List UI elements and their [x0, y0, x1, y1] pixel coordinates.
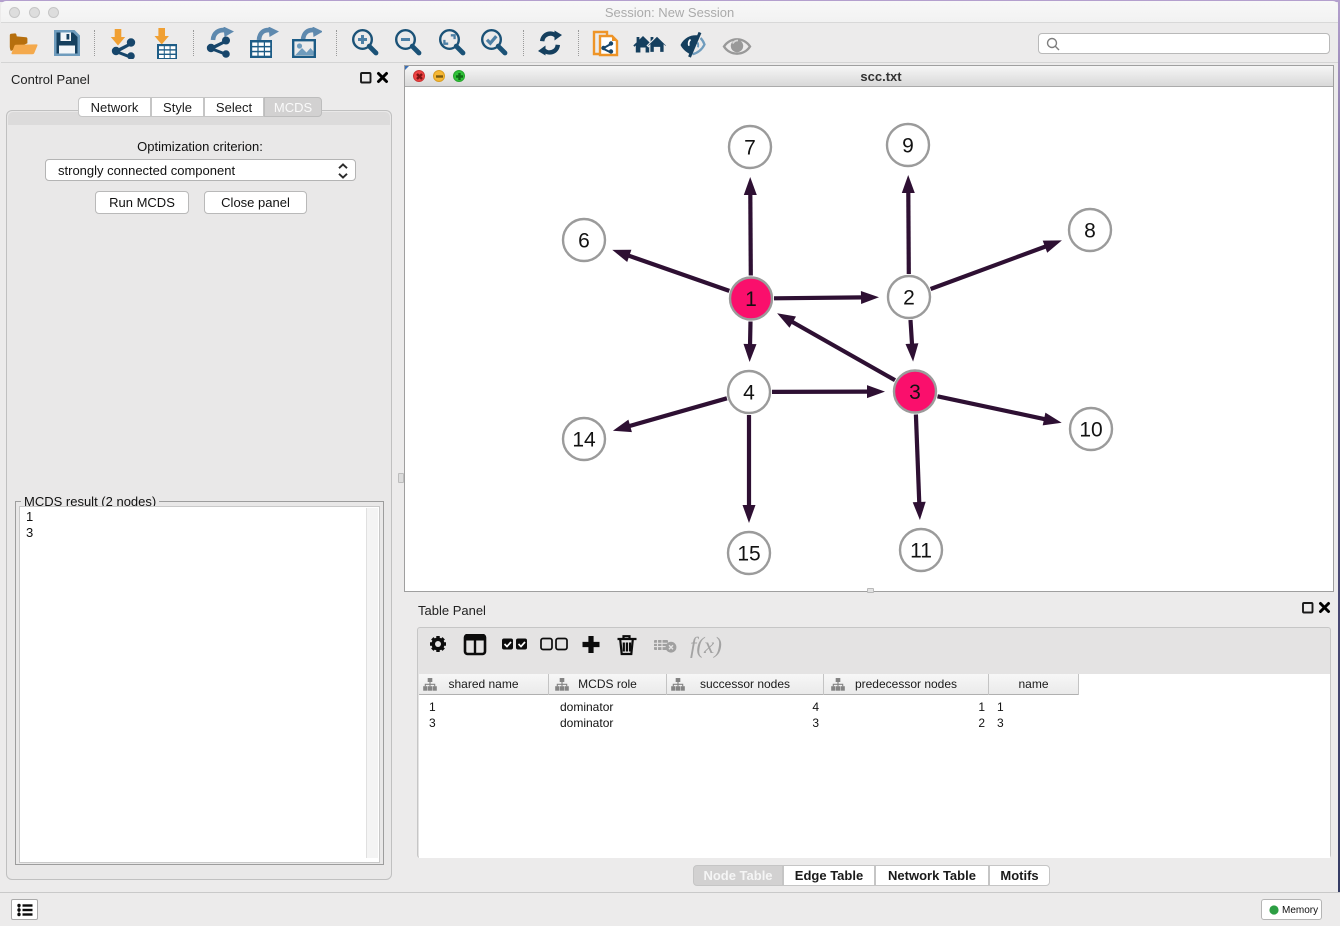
svg-text:11: 11	[910, 540, 932, 563]
svg-text:7: 7	[744, 137, 756, 160]
svg-text:8: 8	[1084, 220, 1096, 243]
svg-text:1: 1	[745, 288, 757, 311]
svg-text:6: 6	[578, 230, 590, 253]
svg-text:2: 2	[903, 287, 915, 310]
svg-text:14: 14	[572, 429, 596, 452]
svg-text:15: 15	[737, 543, 760, 566]
svg-text:10: 10	[1079, 419, 1102, 442]
svg-text:3: 3	[909, 381, 921, 404]
svg-text:9: 9	[902, 135, 914, 158]
svg-text:4: 4	[743, 382, 755, 405]
